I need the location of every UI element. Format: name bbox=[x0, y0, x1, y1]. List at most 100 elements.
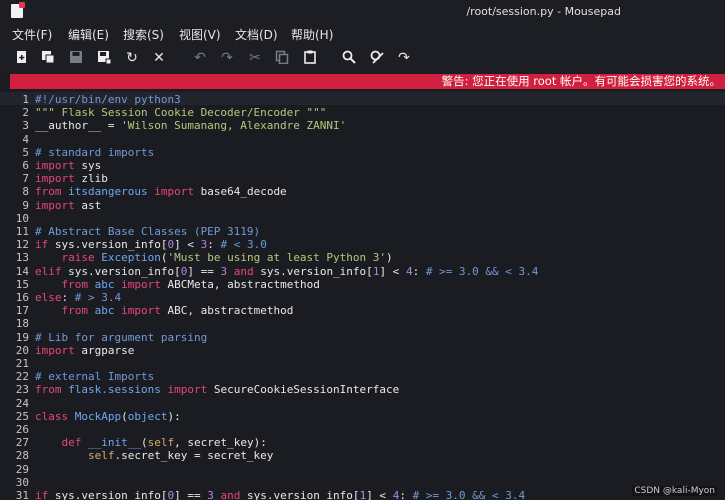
menu-search[interactable]: 搜索(S) bbox=[123, 26, 164, 43]
code-token: : bbox=[207, 238, 221, 252]
code-token: ] < bbox=[366, 489, 393, 500]
root-warning-bar: 警告: 您正在使用 root 帐户。有可能会损害您的系统。 bbox=[10, 74, 725, 89]
code-token: and bbox=[233, 264, 254, 278]
goto-line-icon[interactable]: ↷ bbox=[396, 50, 412, 66]
code-text: # Abstract Base Classes (PEP 3119) bbox=[35, 225, 260, 238]
code-token: : bbox=[412, 264, 426, 278]
redo-icon[interactable]: ↷ bbox=[219, 50, 235, 66]
code-token: # > 3.4 bbox=[74, 291, 122, 304]
code-text: if sys.version_info[0] == 3 and sys.vers… bbox=[35, 489, 525, 500]
line-number: 3 bbox=[22, 119, 29, 133]
code-token: import bbox=[35, 159, 75, 172]
new-document-icon[interactable] bbox=[14, 50, 30, 66]
code-text: # external Imports bbox=[35, 370, 154, 383]
code-token: raise bbox=[61, 251, 95, 265]
line-number: 13 bbox=[15, 251, 29, 265]
copy-icon[interactable] bbox=[274, 50, 290, 66]
watermark: CSDN @kali-Myon bbox=[632, 486, 717, 496]
code-token: ABCMeta, abstractmethod bbox=[160, 277, 320, 291]
reload-icon[interactable]: ↻ bbox=[124, 50, 140, 66]
code-text: self.secret_key = secret_key bbox=[35, 449, 273, 462]
menu-view[interactable]: 视图(V) bbox=[179, 26, 221, 43]
code-token: self bbox=[147, 436, 175, 450]
replace-icon[interactable] bbox=[369, 50, 385, 66]
code-text: __author__ = 'Wilson Sumanang, Alexandre… bbox=[35, 119, 346, 132]
save-icon[interactable] bbox=[68, 50, 84, 66]
code-token: from bbox=[35, 383, 62, 397]
code-token: zlib bbox=[74, 172, 108, 186]
code-token: import bbox=[35, 343, 75, 357]
code-token: base64_decode bbox=[193, 185, 287, 199]
line-number: 29 bbox=[15, 462, 29, 476]
line-number: 22 bbox=[15, 370, 29, 384]
code-token: sys.version_info[ bbox=[240, 489, 360, 500]
code-token: : bbox=[61, 291, 75, 304]
code-token: ] == bbox=[174, 489, 208, 500]
code-token: : bbox=[399, 489, 413, 500]
code-editor[interactable]: 1 #!/usr/bin/env python3 2 """ Flask Sessio… bbox=[0, 90, 725, 500]
code-token: self bbox=[87, 449, 115, 463]
menu-help[interactable]: 帮助(H) bbox=[291, 26, 333, 43]
code-text: from abc import ABC, abstractmethod bbox=[35, 304, 294, 318]
search-icon[interactable] bbox=[341, 50, 357, 66]
line-number: 23 bbox=[15, 383, 29, 397]
code-token: import bbox=[154, 185, 194, 199]
line-number: 25 bbox=[15, 409, 29, 423]
line-number: 19 bbox=[15, 330, 29, 344]
line-number: 20 bbox=[15, 343, 29, 357]
line-number: 1 bbox=[22, 93, 29, 106]
paste-icon[interactable] bbox=[302, 50, 318, 66]
code-text: import sys bbox=[35, 159, 101, 172]
menu-edit[interactable]: 编辑(E) bbox=[68, 26, 109, 43]
code-token: ast bbox=[74, 198, 102, 212]
line-number: 28 bbox=[15, 449, 29, 463]
code-token: sys bbox=[74, 159, 102, 172]
code-token: from bbox=[61, 277, 89, 291]
code-text: # Lib for argument parsing bbox=[35, 331, 207, 344]
code-token: ) bbox=[386, 251, 393, 265]
window-title: /root/session.py - Mousepad bbox=[466, 5, 621, 18]
code-token: elif bbox=[35, 264, 62, 278]
menu-file[interactable]: 文件(F) bbox=[12, 26, 52, 43]
code-token: # >= 3.0 && < 3.4 bbox=[425, 264, 539, 278]
toolbar: ↻ ✕ ↶ ↷ ✂ ↷ bbox=[0, 44, 725, 74]
code-token: abc bbox=[88, 277, 122, 291]
code-text: if sys.version_info[0] < 3: # < 3.0 bbox=[35, 238, 267, 251]
menu-bar: 文件(F) 编辑(E) 搜索(S) 视图(V) 文档(D) 帮助(H) bbox=[0, 24, 725, 44]
root-warning-text: 警告: 您正在使用 root 帐户。有可能会损害您的系统。 bbox=[441, 74, 721, 88]
undo-icon[interactable]: ↶ bbox=[192, 50, 208, 66]
code-token: # Abstract Base Classes (PEP 3119) bbox=[35, 225, 261, 238]
save-as-icon[interactable] bbox=[96, 50, 112, 66]
code-token: import bbox=[35, 172, 75, 186]
code-text: elif sys.version_info[0] == 3 and sys.ve… bbox=[35, 265, 538, 278]
code-token: import bbox=[35, 198, 75, 212]
code-token: def bbox=[61, 436, 82, 450]
code-token: , secret_key): bbox=[174, 436, 267, 450]
code-token: ABC, abstractmethod bbox=[160, 304, 294, 318]
line-number: 4 bbox=[22, 132, 29, 146]
code-text: """ Flask Session Cookie Decoder/Encoder… bbox=[35, 106, 326, 119]
code-token: # external Imports bbox=[35, 370, 155, 384]
code-token: 3 bbox=[207, 489, 214, 500]
code-text: #!/usr/bin/env python3 bbox=[35, 93, 181, 106]
line-number: 31 bbox=[15, 489, 29, 500]
menu-document[interactable]: 文档(D) bbox=[235, 26, 278, 43]
close-icon[interactable]: ✕ bbox=[151, 50, 167, 66]
line-number: 10 bbox=[15, 211, 29, 225]
code-text: import ast bbox=[35, 199, 101, 212]
cut-icon[interactable]: ✂ bbox=[247, 50, 263, 66]
title-bar: /root/session.py - Mousepad bbox=[0, 0, 725, 24]
line-number: 14 bbox=[15, 264, 29, 278]
line-number: 9 bbox=[22, 198, 29, 212]
line-number: 6 bbox=[22, 159, 29, 172]
code-token: __author__ = bbox=[35, 119, 122, 133]
code-token: __init__ bbox=[81, 436, 141, 450]
code-text: # standard imports bbox=[35, 146, 154, 159]
new-window-icon[interactable] bbox=[40, 50, 56, 66]
line-number: 27 bbox=[15, 436, 29, 450]
code-text: from flask.sessions import SecureCookieS… bbox=[35, 383, 399, 396]
